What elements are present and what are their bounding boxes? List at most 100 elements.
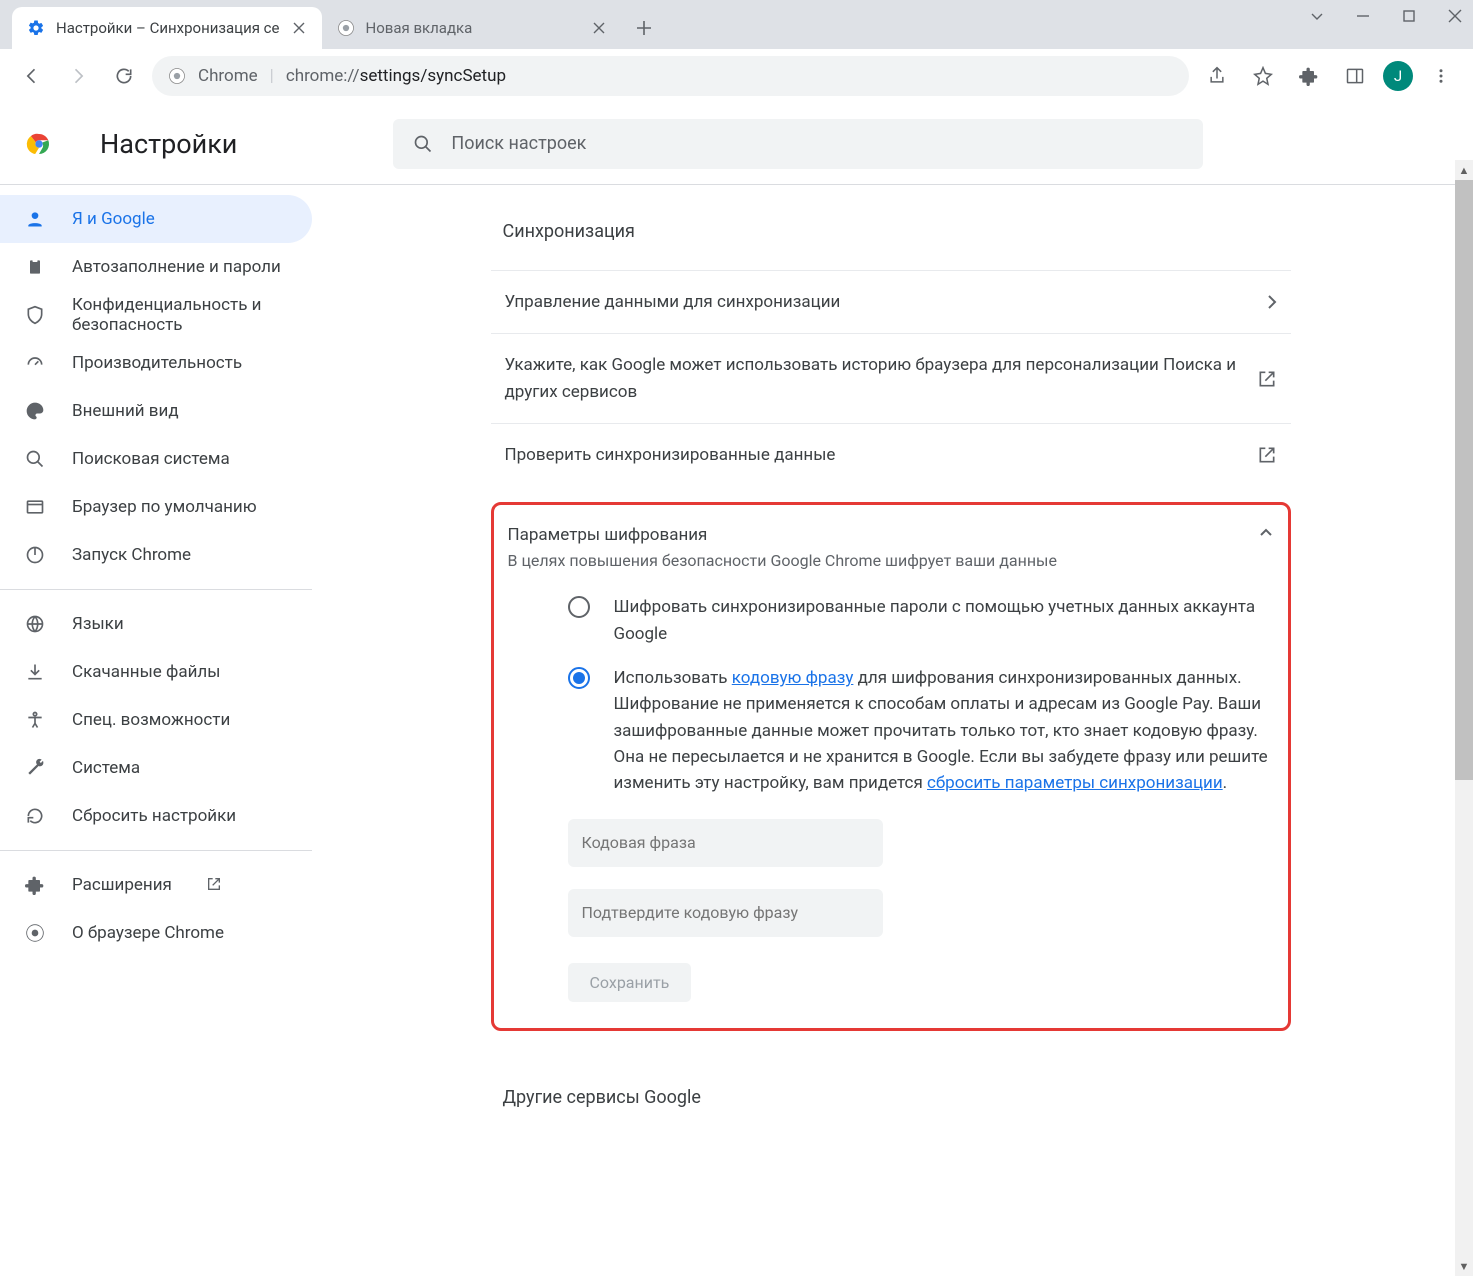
scrollbar-down-icon[interactable]: ▼ (1455, 1256, 1473, 1276)
sidebar-item-autofill[interactable]: Автозаполнение и пароли (0, 243, 312, 291)
settings-search[interactable]: Поиск настроек (393, 119, 1203, 169)
sidebar-item-about[interactable]: О браузере Chrome (0, 909, 312, 957)
section-title-sync: Синхронизация (503, 221, 1291, 242)
sidepanel-icon[interactable] (1337, 58, 1373, 94)
save-button[interactable]: Сохранить (568, 963, 692, 1002)
close-icon[interactable] (590, 19, 608, 37)
window-tabstrip: Настройки – Синхронизация се Новая вклад… (0, 0, 1473, 49)
sidebar-item-label: Производительность (72, 353, 242, 373)
scrollbar-up-icon[interactable]: ▲ (1455, 160, 1473, 180)
bookmark-icon[interactable] (1245, 58, 1281, 94)
forward-button[interactable] (60, 58, 96, 94)
radio-checked-icon (568, 667, 590, 689)
radio-passphrase-text: Использовать кодовую фразу для шифровани… (614, 665, 1274, 797)
link-reset-sync[interactable]: сбросить параметры синхронизации (927, 773, 1223, 793)
sidebar-item-label: Спец. возможности (72, 710, 230, 730)
omnibox[interactable]: Chrome | chrome://settings/syncSetup (152, 56, 1189, 96)
browser-toolbar: Chrome | chrome://settings/syncSetup J (0, 49, 1473, 103)
search-placeholder: Поиск настроек (451, 133, 586, 154)
open-in-new-icon (1257, 369, 1277, 389)
tab-title: Новая вкладка (366, 19, 473, 37)
sidebar-item-label: Расширения (72, 875, 172, 895)
close-icon[interactable] (290, 19, 308, 37)
gear-icon (26, 18, 46, 38)
chrome-icon (168, 67, 186, 85)
row-review-synced-data[interactable]: Проверить синхронизированные данные (491, 423, 1291, 486)
open-in-new-icon (206, 876, 224, 894)
confirm-passphrase-input[interactable] (568, 889, 883, 937)
settings-sidebar: Я и Google Автозаполнение и пароли Конфи… (0, 185, 320, 1276)
sidebar-item-label: Браузер по умолчанию (72, 497, 257, 517)
window-close-icon[interactable] (1445, 6, 1465, 26)
window-scrollbar[interactable]: ▲ ▼ (1455, 160, 1473, 1276)
browser-tab[interactable]: Новая вкладка (322, 7, 622, 49)
extensions-icon[interactable] (1291, 58, 1327, 94)
settings-header: Настройки Поиск настроек (0, 103, 1473, 185)
clipboard-icon (24, 256, 46, 278)
chevron-up-icon[interactable] (1258, 525, 1274, 541)
speedometer-icon (24, 352, 46, 374)
palette-icon (24, 400, 46, 422)
power-icon (24, 544, 46, 566)
extensions-icon (24, 874, 46, 896)
sidebar-item-reset[interactable]: Сбросить настройки (0, 792, 312, 840)
sidebar-item-search[interactable]: Поисковая система (0, 435, 312, 483)
accessibility-icon (24, 709, 46, 731)
download-icon (24, 661, 46, 683)
settings-main: Синхронизация Управление данными для син… (320, 185, 1473, 1276)
window-controls (1307, 6, 1465, 26)
radio-encrypt-with-google[interactable]: Шифровать синхронизированные пароли с по… (568, 594, 1274, 647)
menu-icon[interactable] (1423, 58, 1459, 94)
wrench-icon (24, 757, 46, 779)
sidebar-item-accessibility[interactable]: Спец. возможности (0, 696, 312, 744)
radio-unchecked-icon (568, 596, 590, 618)
sidebar-item-downloads[interactable]: Скачанные файлы (0, 648, 312, 696)
link-passphrase[interactable]: кодовую фразу (732, 668, 854, 688)
sidebar-item-appearance[interactable]: Внешний вид (0, 387, 312, 435)
sidebar-item-privacy[interactable]: Конфиденциальность и безопасность (0, 291, 312, 339)
sidebar-item-label: Автозаполнение и пароли (72, 257, 281, 277)
sidebar-item-label: Запуск Chrome (72, 545, 191, 565)
passphrase-input[interactable] (568, 819, 883, 867)
sidebar-item-label: О браузере Chrome (72, 923, 224, 943)
radio-encrypt-with-passphrase[interactable]: Использовать кодовую фразу для шифровани… (568, 665, 1274, 797)
search-icon (24, 448, 46, 470)
globe-icon (24, 613, 46, 635)
sidebar-item-label: Внешний вид (72, 401, 179, 421)
sidebar-item-label: Скачанные файлы (72, 662, 220, 682)
back-button[interactable] (14, 58, 50, 94)
sidebar-item-startup[interactable]: Запуск Chrome (0, 531, 312, 579)
sidebar-item-label: Конфиденциальность и безопасность (72, 295, 288, 336)
new-tab-button[interactable] (628, 12, 660, 44)
chrome-logo-icon (24, 129, 54, 159)
encryption-subtitle: В целях повышения безопасности Google Ch… (508, 551, 1057, 570)
minimize-icon[interactable] (1353, 6, 1373, 26)
open-in-new-icon (1257, 445, 1277, 465)
share-icon[interactable] (1199, 58, 1235, 94)
tab-title: Настройки – Синхронизация се (56, 19, 280, 37)
section-title-other-services: Другие сервисы Google (503, 1087, 1291, 1108)
sidebar-item-system[interactable]: Система (0, 744, 312, 792)
sidebar-item-languages[interactable]: Языки (0, 600, 312, 648)
search-icon (413, 134, 433, 154)
row-google-personalization[interactable]: Укажите, как Google может использовать и… (491, 333, 1291, 423)
maximize-icon[interactable] (1399, 6, 1419, 26)
row-manage-sync-data[interactable]: Управление данными для синхронизации (491, 270, 1291, 333)
sidebar-item-performance[interactable]: Производительность (0, 339, 312, 387)
sidebar-item-extensions[interactable]: Расширения (0, 861, 312, 909)
chrome-icon (24, 922, 46, 944)
window-icon (24, 496, 46, 518)
chevron-right-icon (1267, 294, 1277, 310)
sidebar-item-label: Языки (72, 614, 124, 634)
sidebar-item-label: Поисковая система (72, 449, 230, 469)
sidebar-item-label: Система (72, 758, 140, 778)
browser-tab-active[interactable]: Настройки – Синхронизация се (12, 7, 322, 49)
encryption-title: Параметры шифрования (508, 525, 1057, 545)
sidebar-item-you-and-google[interactable]: Я и Google (0, 195, 312, 243)
sidebar-item-default-browser[interactable]: Браузер по умолчанию (0, 483, 312, 531)
window-dropdown-icon[interactable] (1307, 6, 1327, 26)
profile-avatar[interactable]: J (1383, 61, 1413, 91)
page-title: Настройки (100, 128, 237, 160)
reload-button[interactable] (106, 58, 142, 94)
scrollbar-thumb[interactable] (1455, 180, 1473, 780)
